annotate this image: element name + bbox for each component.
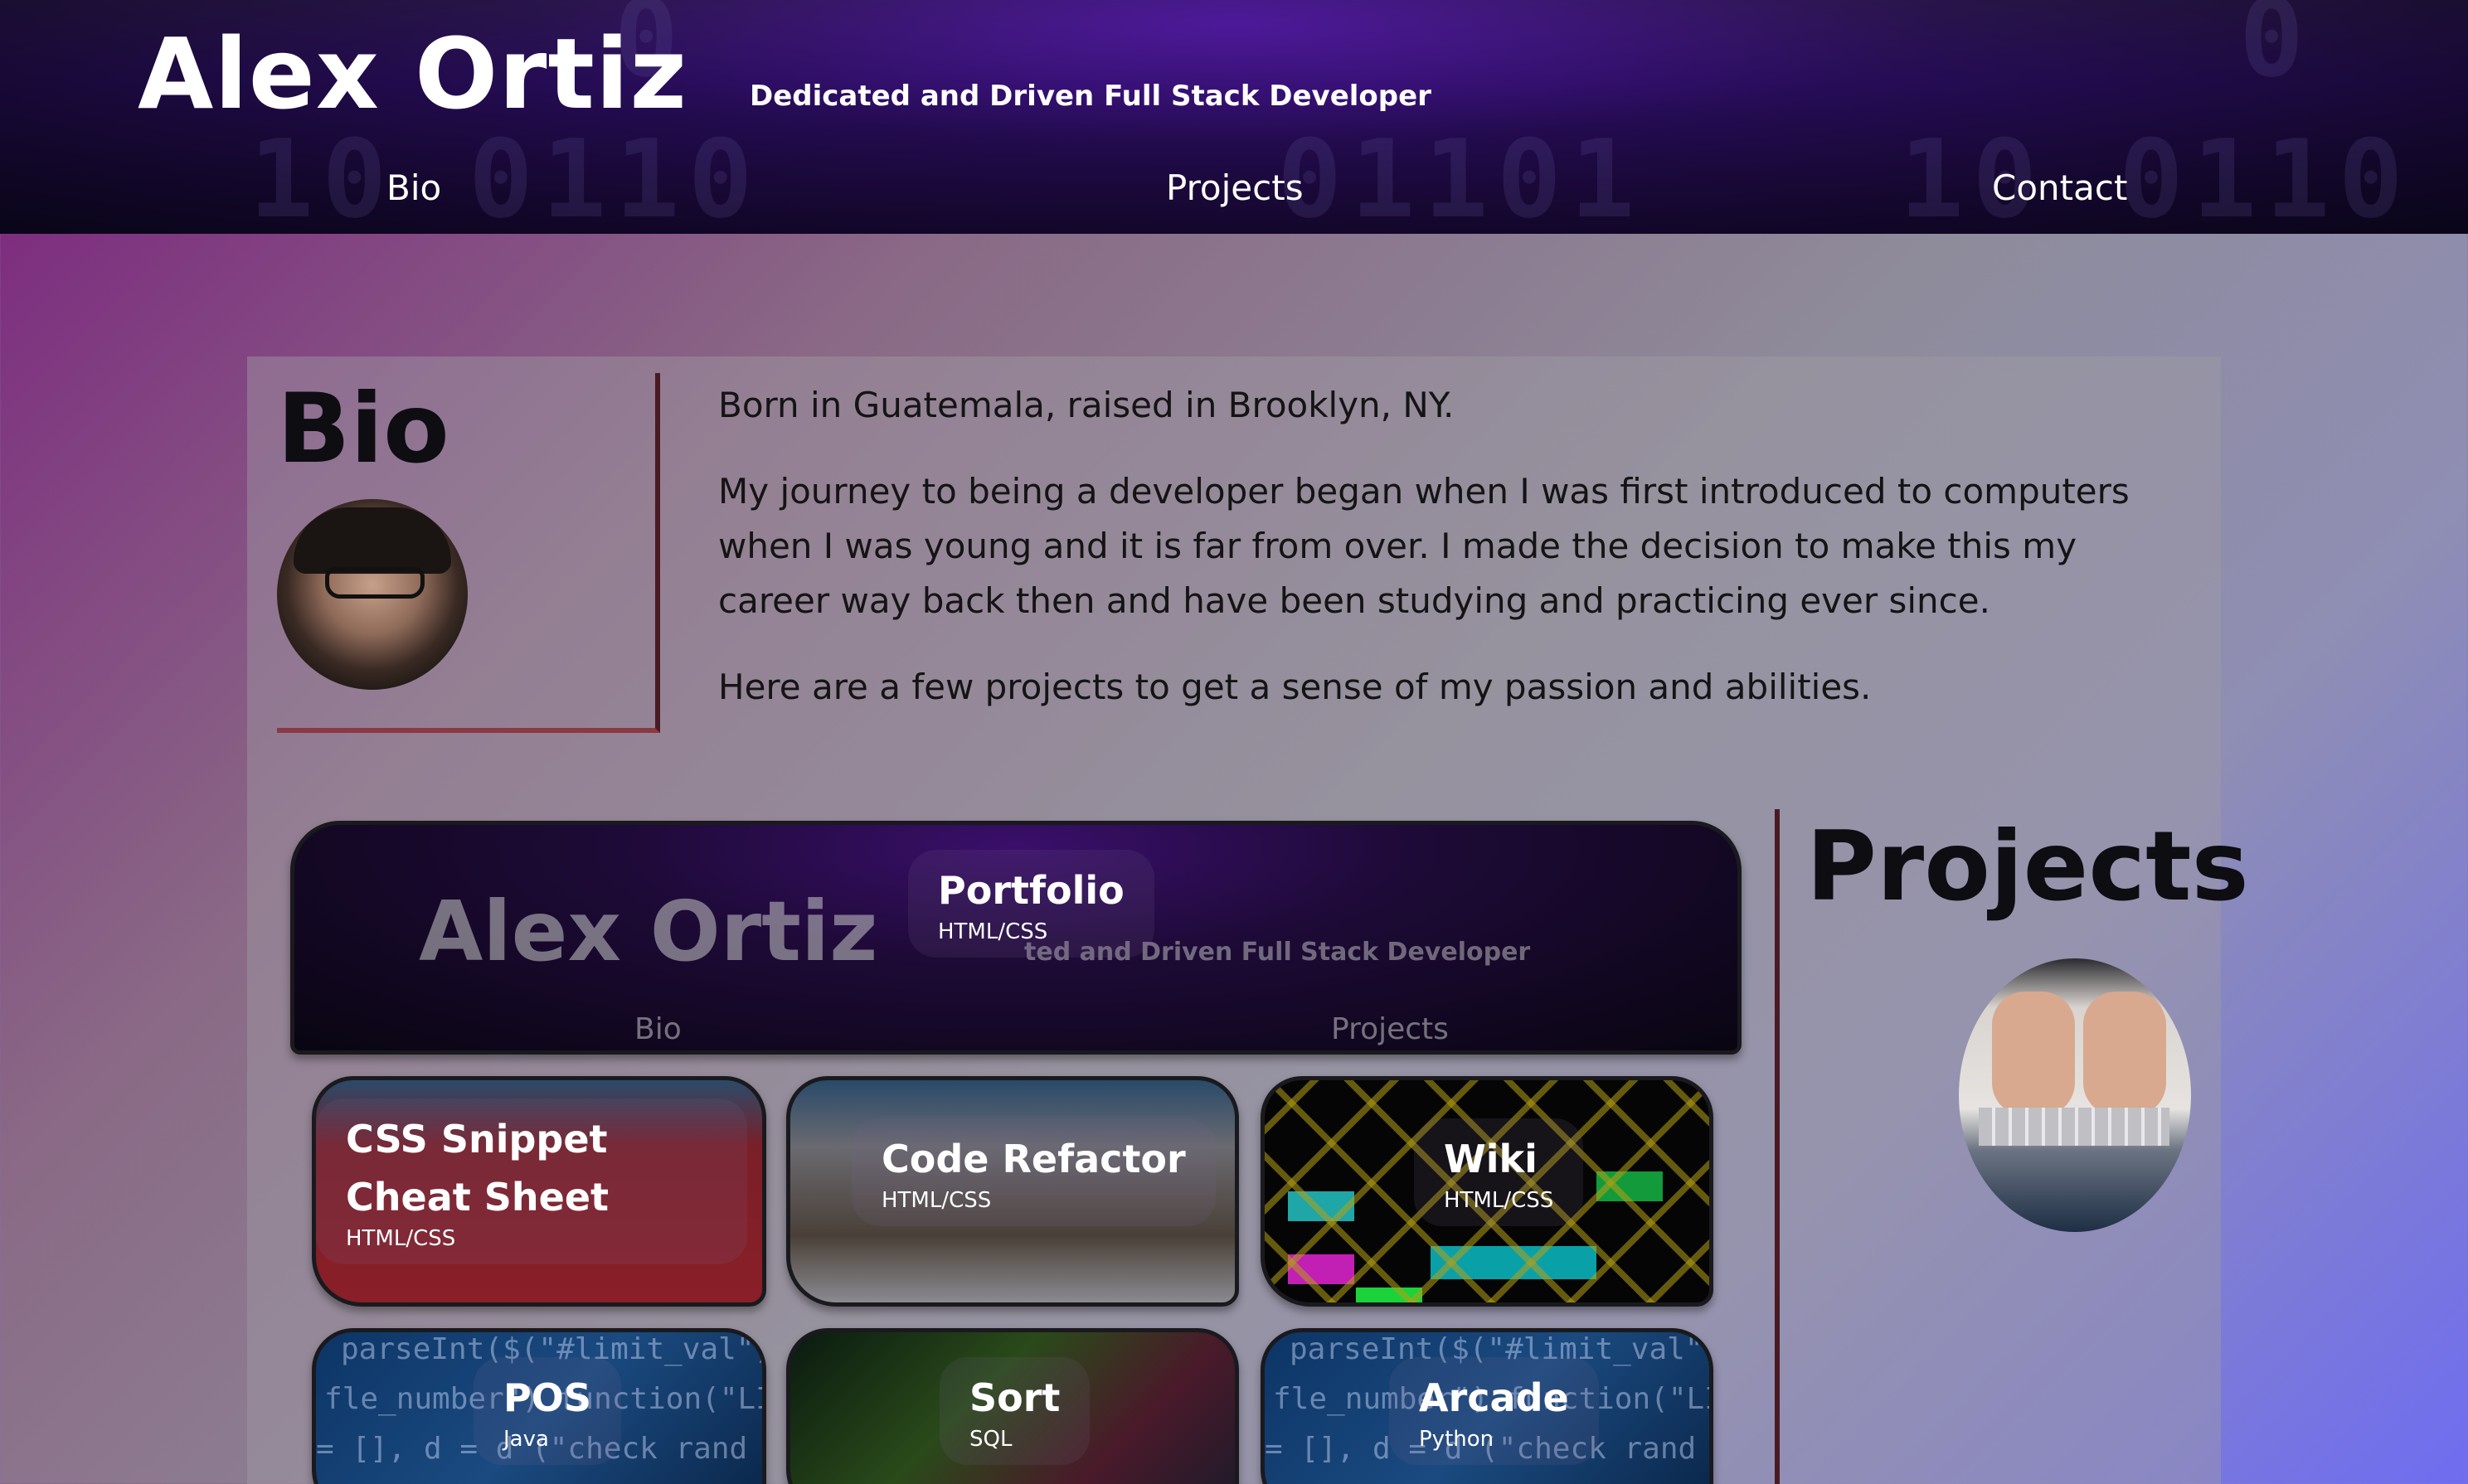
site-tagline: Dedicated and Driven Full Stack Develope…	[750, 80, 1431, 113]
binary-decoration: 10 0110	[1899, 116, 2412, 234]
project-label: Arcade Python	[1389, 1357, 1599, 1465]
avatar-glasses	[325, 567, 425, 599]
photo-keyboard	[1979, 1108, 2169, 1146]
projects-divider	[1775, 809, 1780, 1484]
project-label: POS Java	[474, 1357, 621, 1465]
bio-heading: Bio	[277, 373, 449, 485]
portfolio-preview-title: Alex Ortiz	[419, 883, 878, 980]
main-panel: Bio Born in Guatemala, raised in Brookly…	[247, 356, 2249, 1484]
nav-link-projects[interactable]: Projects	[1166, 167, 1304, 208]
project-label: Wiki HTML/CSS	[1414, 1118, 1584, 1226]
photo-hand-left	[1992, 992, 2075, 1116]
photo-hand-right	[2083, 992, 2166, 1116]
portfolio-preview-nav-projects: Projects	[1331, 1012, 1449, 1046]
project-label: CSS Snippet Cheat Sheet HTML/CSS	[316, 1098, 747, 1264]
project-card-css-snippet-cheat-sheet[interactable]: CSS Snippet Cheat Sheet HTML/CSS	[312, 1076, 766, 1307]
project-label: Sort SQL	[940, 1357, 1091, 1465]
bio-text: Born in Guatemala, raised in Brooklyn, N…	[718, 378, 2194, 746]
project-name: POS	[503, 1375, 591, 1420]
project-tech: SQL	[969, 1427, 1013, 1452]
project-card-pos[interactable]: parseInt($("#limit_val").a() fle_number"…	[312, 1328, 766, 1484]
project-tech: HTML/CSS	[1444, 1188, 1554, 1213]
project-name: Portfolio	[938, 868, 1125, 913]
project-name: Arcade	[1419, 1375, 1569, 1420]
bio-avatar-photo	[277, 499, 468, 690]
project-tech: HTML/CSS	[882, 1188, 992, 1213]
site-header: 10 0110 01101 10 0110 0 0 Alex Ortiz Ded…	[0, 0, 2468, 234]
project-tech: HTML/CSS	[938, 919, 1048, 944]
project-card-sort[interactable]: Sort SQL	[786, 1328, 1239, 1484]
bio-paragraph: My journey to being a developer began wh…	[718, 471, 2130, 621]
bio-paragraph: Born in Guatemala, raised in Brooklyn, N…	[718, 385, 1455, 425]
project-name: Wiki	[1444, 1137, 1538, 1181]
binary-decoration: 10 0110	[249, 116, 761, 234]
projects-heading: Projects	[1806, 811, 2249, 923]
binary-decoration: 01101	[1277, 116, 1644, 234]
portfolio-preview-nav-bio: Bio	[634, 1012, 682, 1046]
project-name: Sort	[969, 1375, 1061, 1420]
project-name: Code Refactor	[882, 1137, 1186, 1181]
projects-photo	[1959, 958, 2191, 1232]
nav-link-contact[interactable]: Contact	[1992, 167, 2127, 208]
project-tech: HTML/CSS	[346, 1226, 456, 1251]
project-name: CSS Snippet Cheat Sheet	[346, 1117, 610, 1220]
project-label: Portfolio HTML/CSS	[908, 850, 1154, 958]
bio-aside: Bio	[277, 373, 660, 733]
project-card-portfolio[interactable]: Alex Ortiz ted and Driven Full Stack Dev…	[290, 821, 1742, 1055]
project-tech: Python	[1419, 1427, 1494, 1452]
project-label: Code Refactor HTML/CSS	[852, 1118, 1216, 1226]
project-card-wiki[interactable]: Wiki HTML/CSS	[1261, 1076, 1713, 1307]
binary-decoration: 0	[2239, 0, 2313, 101]
project-card-arcade[interactable]: parseInt($("#limit_val").a() fle_number"…	[1261, 1328, 1713, 1484]
site-title: Alex Ortiz	[138, 17, 688, 131]
project-card-code-refactor[interactable]: Code Refactor HTML/CSS	[786, 1076, 1239, 1307]
avatar-hair	[294, 507, 451, 574]
project-tech: Java	[503, 1427, 549, 1452]
bio-paragraph: Here are a few projects to get a sense o…	[718, 667, 1872, 707]
nav-link-bio[interactable]: Bio	[386, 167, 441, 208]
